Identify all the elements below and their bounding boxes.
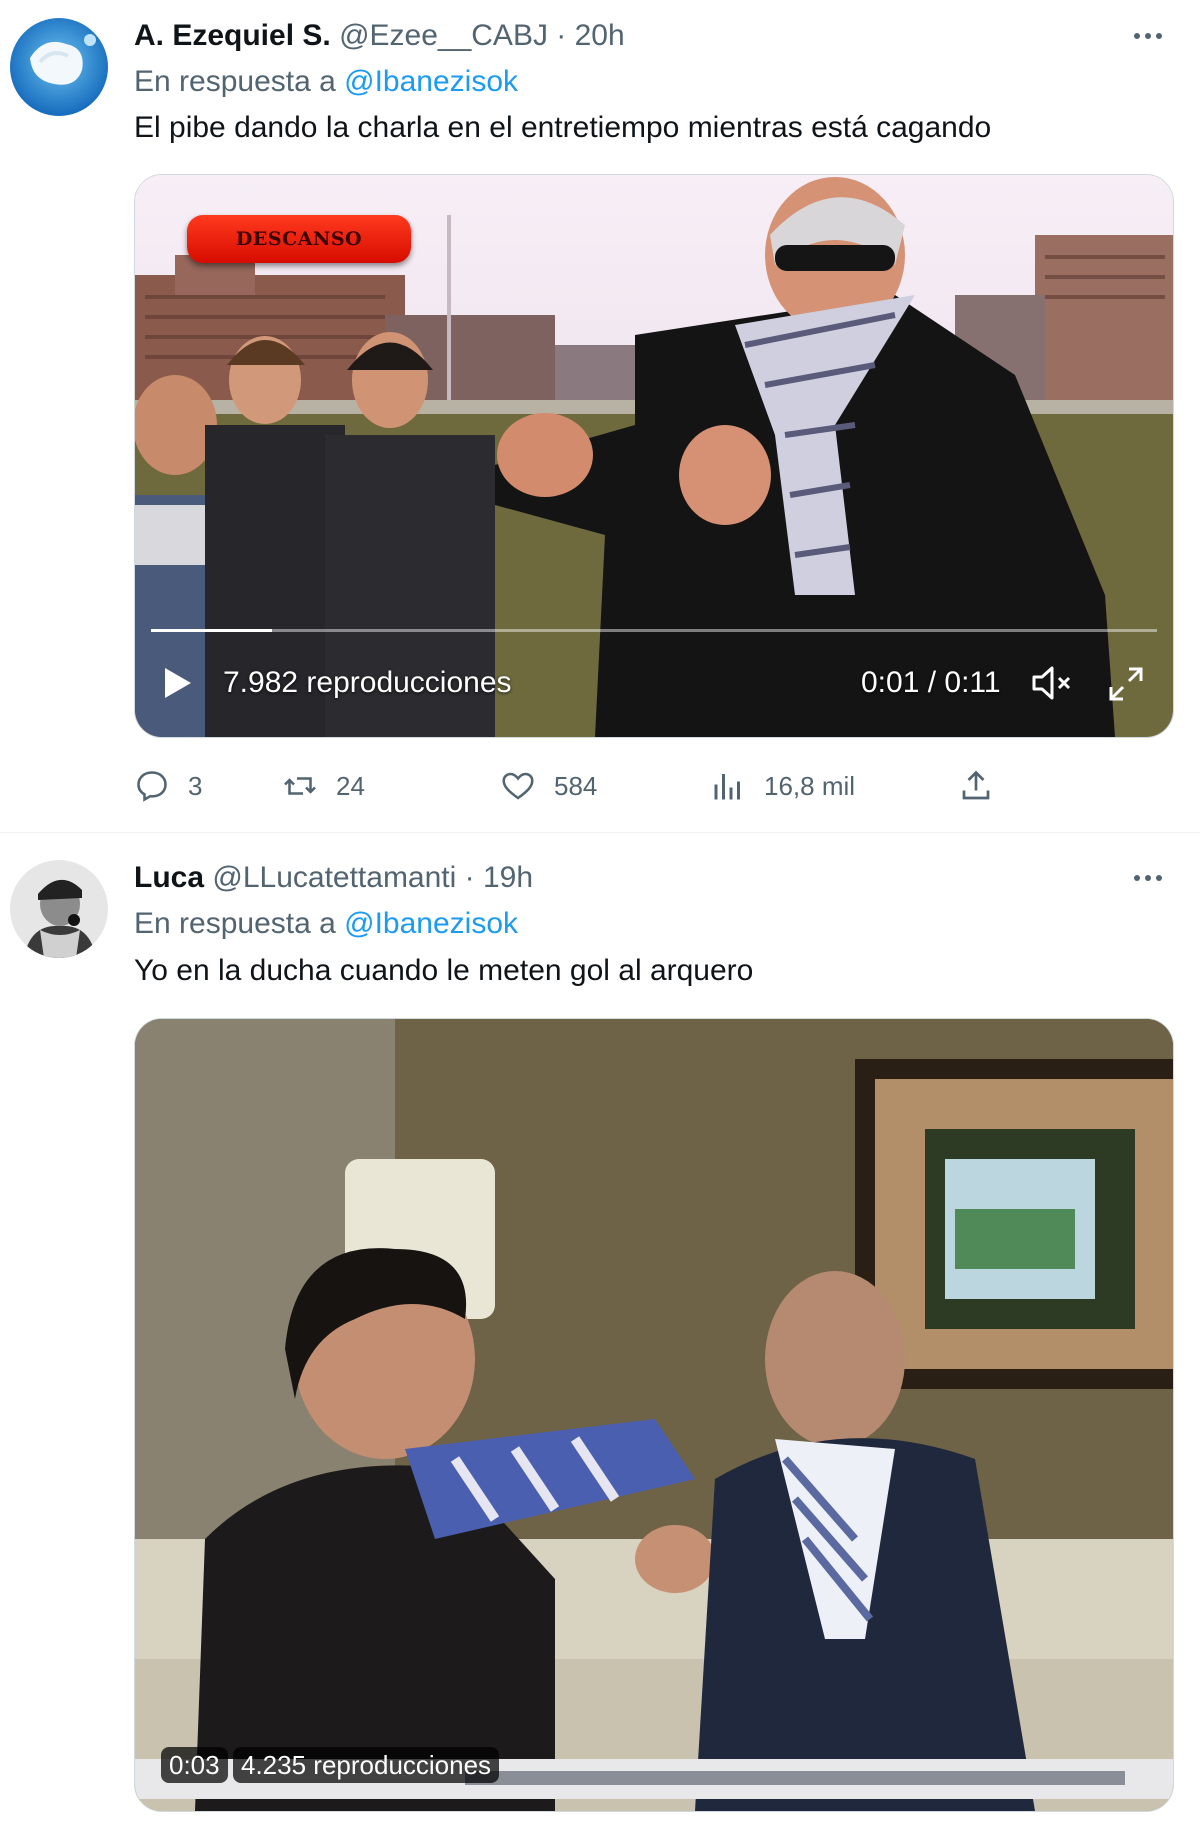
reply-context: En respuesta a @Ibanezisok	[134, 906, 518, 942]
display-name[interactable]: A. Ezequiel S.	[134, 19, 331, 52]
video-frame	[135, 1019, 1173, 1811]
reply-button[interactable]: 3	[134, 764, 202, 808]
heart-icon	[502, 772, 534, 800]
reply-context: En respuesta a @Ibanezisok	[134, 64, 518, 100]
timestamp[interactable]: · 20h	[556, 19, 624, 52]
reply-prefix: En respuesta a	[134, 65, 336, 98]
share-button[interactable]	[958, 764, 994, 808]
tweet-header: A. Ezequiel S. @Ezee__CABJ · 20h	[134, 18, 625, 54]
descanso-overlay: DESCANSO	[187, 215, 411, 263]
video-progress-bar[interactable]	[151, 629, 1157, 632]
user-handle[interactable]: @Ezee__CABJ	[339, 19, 548, 52]
analytics-icon	[714, 774, 740, 800]
reply-to-link[interactable]: @Ibanezisok	[344, 907, 518, 940]
views-button[interactable]: 16,8 mil	[710, 764, 855, 808]
display-name[interactable]: Luca	[134, 861, 204, 894]
more-options-icon[interactable]	[1128, 860, 1168, 896]
video-time: 0:01 / 0:11	[861, 666, 1001, 699]
more-options-icon[interactable]	[1128, 18, 1168, 54]
tweet-1[interactable]: A. Ezequiel S. @Ezee__CABJ · 20h En resp…	[0, 0, 1200, 833]
reply-count: 3	[188, 770, 203, 801]
tweet-2[interactable]: Luca @LLucatettamanti · 19h En respuesta…	[0, 833, 1200, 1825]
retweet-count: 24	[336, 770, 365, 801]
tweet-text: El pibe dando la charla en el entretiemp…	[134, 111, 992, 144]
retweet-button[interactable]: 24	[282, 764, 365, 808]
video-view-count: 7.982 reproducciones	[223, 666, 512, 699]
play-icon[interactable]	[161, 665, 193, 710]
fullscreen-icon[interactable]	[1107, 665, 1145, 712]
video-time: 0:03	[161, 1747, 228, 1783]
like-button[interactable]: 584	[500, 764, 597, 808]
user-handle[interactable]: @LLucatettamanti	[212, 861, 456, 894]
views-count: 16,8 mil	[764, 770, 856, 801]
reply-to-link[interactable]: @Ibanezisok	[344, 65, 518, 98]
video-progress-fill	[151, 629, 272, 632]
tweet-text: Yo en la ducha cuando le meten gol al ar…	[134, 954, 754, 987]
video-player[interactable]: 0:03 4.235 reproducciones	[134, 1018, 1174, 1812]
like-count: 584	[554, 770, 598, 801]
video-player[interactable]: DESCANSO 7.982 reproducciones 0:01 / 0:1…	[134, 174, 1174, 738]
tweet-actions: 3 24 584 16,8 mil	[134, 764, 1172, 808]
avatar[interactable]	[10, 18, 108, 116]
reply-prefix: En respuesta a	[134, 907, 336, 940]
tweet-header: Luca @LLucatettamanti · 19h	[134, 860, 533, 896]
share-icon	[962, 770, 990, 800]
mute-icon[interactable]	[1031, 665, 1073, 710]
avatar[interactable]	[10, 860, 108, 958]
video-view-count: 4.235 reproducciones	[233, 1747, 500, 1783]
retweet-icon	[284, 777, 316, 795]
timestamp[interactable]: · 19h	[465, 861, 533, 894]
reply-icon	[137, 771, 167, 802]
